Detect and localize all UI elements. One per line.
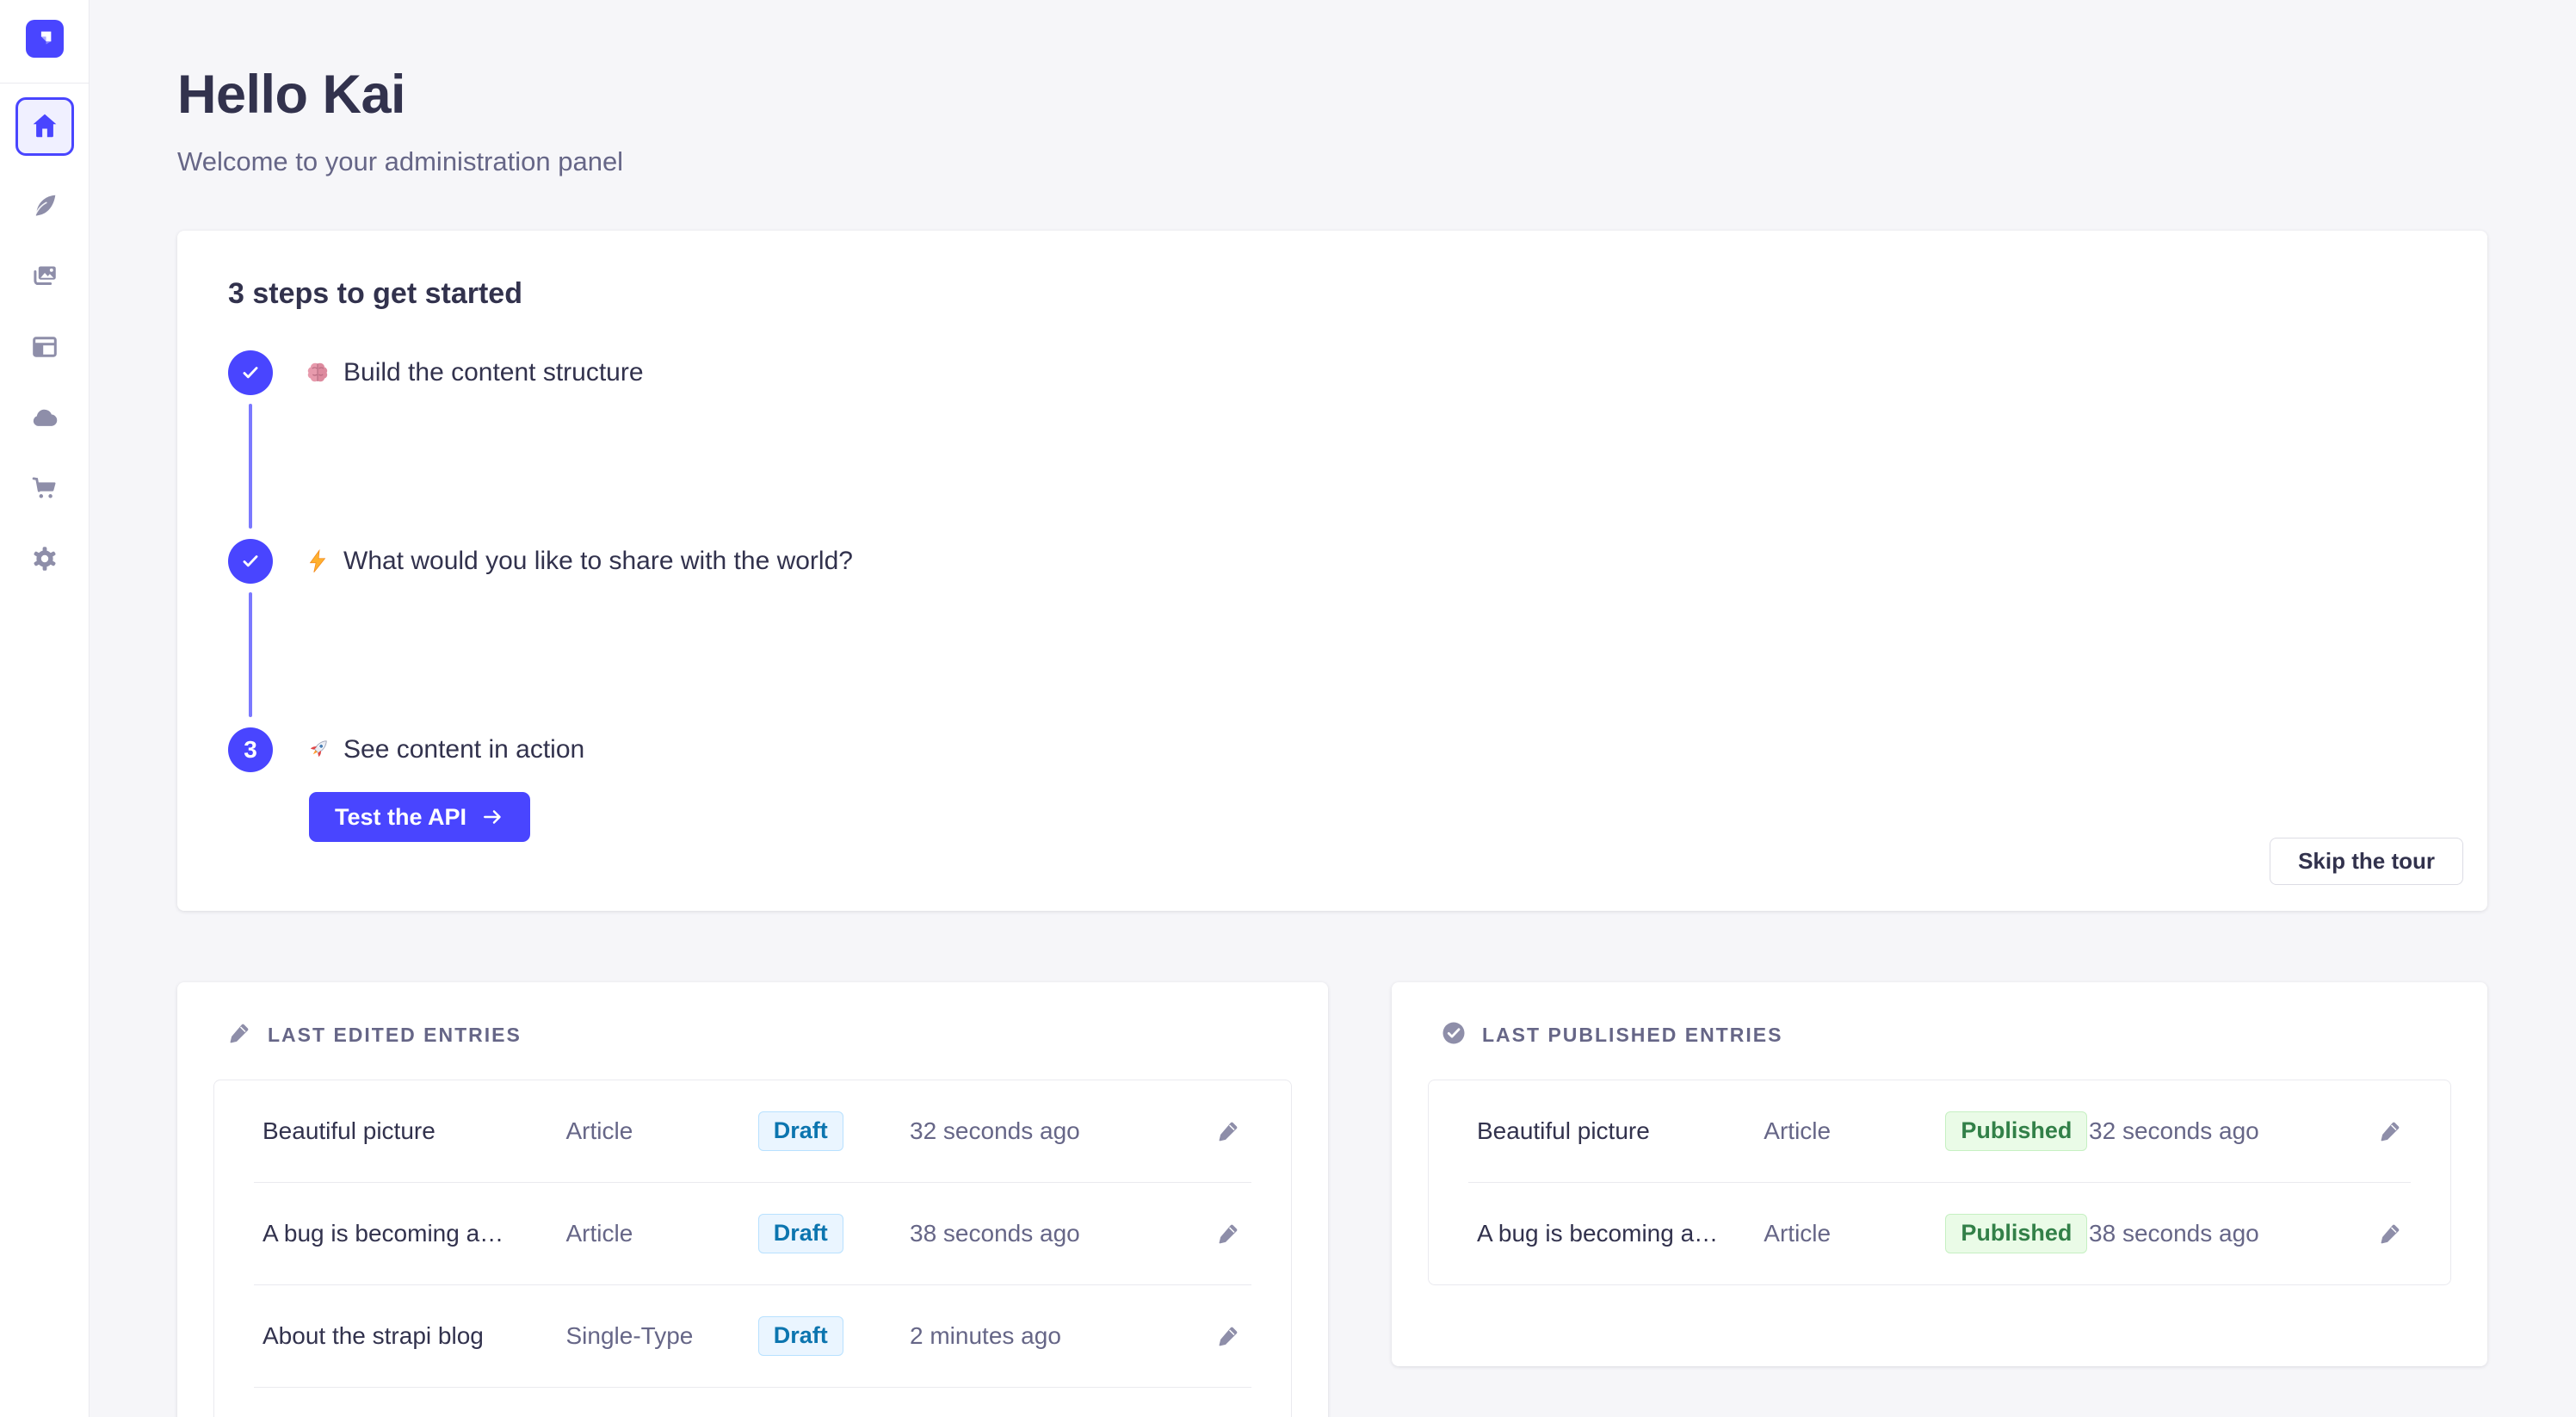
entry-type: Article xyxy=(1764,1117,1945,1145)
entry-time: 32 seconds ago xyxy=(910,1117,1183,1145)
table-row: Beautiful picture Article Draft 32 secon… xyxy=(214,1080,1291,1182)
step-connector-line xyxy=(249,592,252,717)
test-api-button-label: Test the API xyxy=(335,804,466,831)
entry-type: Single-Type xyxy=(566,1322,758,1350)
status-badge: Draft xyxy=(758,1316,843,1356)
feather-pen-icon xyxy=(29,190,60,224)
entry-time: 38 seconds ago xyxy=(910,1220,1183,1247)
gear-icon xyxy=(29,543,60,577)
last-published-table: Beautiful picture Article Published 32 s… xyxy=(1428,1080,2451,1285)
cloud-icon xyxy=(28,401,61,436)
home-icon xyxy=(29,110,60,144)
entry-time: 2 minutes ago xyxy=(910,1322,1183,1350)
step-3-label: See content in action xyxy=(343,735,584,764)
pencil-icon xyxy=(1215,1323,1241,1349)
arrow-right-icon xyxy=(480,805,504,829)
entry-title: A bug is becoming a… xyxy=(1477,1220,1764,1247)
entry-type: Article xyxy=(566,1117,758,1145)
sidebar-item-content-manager[interactable] xyxy=(25,187,65,226)
sidebar-item-marketplace[interactable] xyxy=(25,469,65,509)
media-pictures-icon xyxy=(29,261,60,294)
entry-time: 32 seconds ago xyxy=(2089,1117,2347,1145)
edit-entry-button[interactable] xyxy=(1210,1113,1246,1149)
step-1-label: Build the content structure xyxy=(343,358,644,387)
edit-entry-button[interactable] xyxy=(2372,1113,2408,1149)
last-edited-table: Beautiful picture Article Draft 32 secon… xyxy=(213,1080,1292,1417)
strapi-logo-icon xyxy=(34,27,56,52)
tour-title: 3 steps to get started xyxy=(228,277,2437,311)
sidebar-item-settings[interactable] xyxy=(25,540,65,579)
sidebar-nav xyxy=(15,97,74,579)
table-row: About the strapi blog Single-Type Draft … xyxy=(214,1285,1291,1387)
edit-entry-button[interactable] xyxy=(2372,1216,2408,1252)
page-subtitle: Welcome to your administration panel xyxy=(177,146,2487,177)
pencil-icon xyxy=(2377,1118,2403,1144)
step-3-number-circle: 3 xyxy=(228,727,273,772)
tour-steps: Build the content structure xyxy=(228,350,2437,842)
edit-entry-button[interactable] xyxy=(1210,1216,1246,1252)
shopping-cart-icon xyxy=(29,473,60,506)
page-title: Hello Kai xyxy=(177,64,2487,126)
check-circle-icon xyxy=(1441,1020,1467,1050)
last-edited-title: LAST EDITED ENTRIES xyxy=(268,1024,522,1047)
edit-entry-button[interactable] xyxy=(1210,1318,1246,1354)
tour-step-3: 3 xyxy=(228,727,2437,842)
strapi-logo-button[interactable] xyxy=(26,20,64,58)
test-api-button[interactable]: Test the API xyxy=(309,792,530,842)
entry-title: Beautiful picture xyxy=(263,1117,566,1145)
entry-title: A bug is becoming a… xyxy=(263,1220,566,1247)
pencil-icon xyxy=(2377,1221,2403,1247)
step-3-number: 3 xyxy=(244,736,257,764)
entry-title: Beautiful picture xyxy=(1477,1117,1764,1145)
sidebar-item-home[interactable] xyxy=(15,97,74,156)
pencil-icon xyxy=(1215,1118,1241,1144)
step-connector-line xyxy=(249,404,252,529)
pencil-icon xyxy=(226,1020,252,1050)
step-1-completed-circle xyxy=(228,350,273,395)
rocket-emoji-icon xyxy=(302,734,333,765)
entry-time: 38 seconds ago xyxy=(2089,1220,2347,1247)
status-badge: Draft xyxy=(758,1214,843,1253)
table-row: Beautiful picture Article Published 32 s… xyxy=(1429,1080,2450,1182)
last-edited-panel: LAST EDITED ENTRIES Beautiful picture Ar… xyxy=(177,982,1328,1417)
status-badge: Published xyxy=(1945,1214,2087,1253)
sidebar-item-media-library[interactable] xyxy=(25,257,65,297)
skip-tour-button[interactable]: Skip the tour xyxy=(2270,838,2463,885)
table-row: A bug is becoming a… Article Draft 38 se… xyxy=(214,1183,1291,1284)
main-content: Hello Kai Welcome to your administration… xyxy=(90,0,2576,1417)
guided-tour-card: 3 steps to get started xyxy=(177,231,2487,911)
step-2-label: What would you like to share with the wo… xyxy=(343,547,853,576)
table-row-partial xyxy=(214,1388,1291,1417)
sidebar-divider xyxy=(0,83,90,84)
table-row: A bug is becoming a… Article Published 3… xyxy=(1429,1183,2450,1284)
lightning-emoji-icon xyxy=(302,546,333,577)
sidebar-item-cloud[interactable] xyxy=(25,399,65,438)
entry-type: Article xyxy=(1764,1220,1945,1247)
step-2-completed-circle xyxy=(228,539,273,584)
last-published-panel: LAST PUBLISHED ENTRIES Beautiful picture… xyxy=(1392,982,2487,1366)
layout-panel-icon xyxy=(29,331,60,365)
entry-type: Article xyxy=(566,1220,758,1247)
pencil-icon xyxy=(1215,1221,1241,1247)
check-icon xyxy=(239,362,262,384)
status-badge: Published xyxy=(1945,1111,2087,1151)
last-published-title: LAST PUBLISHED ENTRIES xyxy=(1482,1024,1782,1047)
sidebar-item-content-type-builder[interactable] xyxy=(25,328,65,368)
tour-step-2: What would you like to share with the wo… xyxy=(228,539,2437,727)
sidebar xyxy=(0,0,90,1417)
entry-title: About the strapi blog xyxy=(263,1322,566,1350)
bottom-panels: LAST EDITED ENTRIES Beautiful picture Ar… xyxy=(177,982,2487,1417)
tour-step-1: Build the content structure xyxy=(228,350,2437,539)
brain-emoji-icon xyxy=(302,357,333,388)
check-icon xyxy=(239,550,262,572)
status-badge: Draft xyxy=(758,1111,843,1151)
